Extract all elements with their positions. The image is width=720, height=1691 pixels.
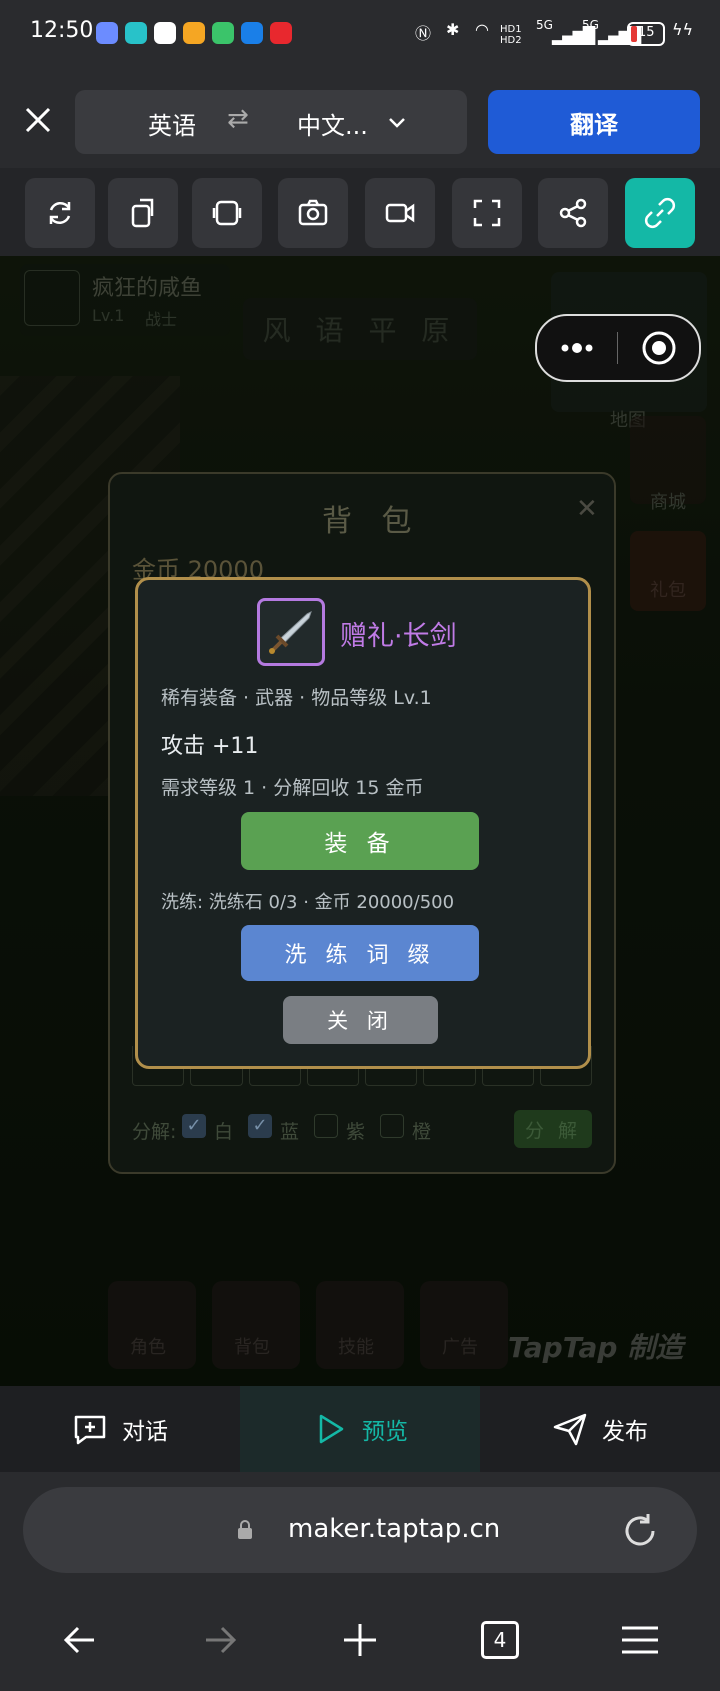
tab-count: 4 — [481, 1621, 519, 1659]
filter-checkbox[interactable]: ✓ — [248, 1114, 272, 1138]
filter-checkbox[interactable] — [380, 1114, 404, 1138]
app-icon — [154, 22, 176, 44]
bluetooth-icon: ✱ — [446, 20, 460, 39]
mini-program-capsule — [535, 314, 701, 382]
item-meta: 稀有装备 · 武器 · 物品等级 Lv.1 — [161, 687, 432, 709]
video-icon — [385, 203, 415, 223]
divider — [617, 332, 618, 364]
plus-icon — [344, 1624, 376, 1656]
play-icon — [319, 1414, 344, 1444]
filter-label: 橙 — [412, 1121, 432, 1143]
lock-icon — [238, 1520, 252, 1539]
reroll-info: 洗练: 洗练石 0/3 · 金币 20000/500 — [161, 892, 455, 913]
arrow-left-icon — [63, 1626, 94, 1654]
language-selector[interactable]: 英语 ⇄ 中文... — [75, 90, 467, 154]
app-icon — [183, 22, 205, 44]
more-dots-icon — [561, 343, 593, 353]
item-name: 赠礼·长剑 — [340, 621, 457, 652]
status-bar: 12:50 Ⓝ ✱ ◠ HD1 HD2 5G ▂▄▆█ 5G ▂▄▆█ 15 ϟ… — [0, 0, 720, 70]
target-language[interactable]: 中文... — [297, 106, 368, 141]
filter-checkbox[interactable] — [314, 1114, 338, 1138]
tab-preview[interactable]: 预览 — [240, 1386, 480, 1472]
share-button[interactable] — [538, 178, 608, 248]
exit-button[interactable] — [619, 316, 699, 380]
tab-label: 对话 — [122, 1419, 168, 1445]
decompose-label: 分解: — [132, 1121, 177, 1143]
item-requirement: 需求等级 1 · 分解回收 15 金币 — [161, 777, 424, 799]
url-text[interactable]: maker.taptap.cn — [288, 1514, 500, 1544]
more-button[interactable] — [537, 316, 617, 380]
sword-icon — [269, 611, 312, 654]
nfc-icon: Ⓝ — [415, 24, 432, 43]
decompose-button[interactable]: 分 解 — [514, 1110, 592, 1148]
backpack-title: 背 包 — [322, 504, 422, 539]
forward-button[interactable] — [185, 1610, 255, 1670]
tab-chat[interactable]: 对话 — [0, 1386, 240, 1472]
wifi-icon: ◠ — [475, 20, 489, 39]
equip-button[interactable]: 装 备 — [241, 812, 479, 870]
screenshot-button[interactable] — [278, 178, 348, 248]
arrow-right-icon — [206, 1626, 237, 1654]
clock: 12:50 — [30, 18, 94, 43]
fullscreen-button[interactable] — [452, 178, 522, 248]
backpack-close-icon[interactable]: ✕ — [576, 494, 598, 524]
signal-label: 5G — [582, 18, 599, 32]
record-button[interactable] — [365, 178, 435, 248]
translate-button[interactable]: 翻译 — [488, 90, 700, 154]
chevron-down-icon — [389, 118, 405, 128]
menu-button[interactable] — [605, 1610, 675, 1670]
tab-publish[interactable]: 发布 — [480, 1386, 720, 1472]
reload-icon[interactable] — [620, 1511, 660, 1551]
signal-label: 5G — [536, 18, 553, 32]
camera-icon — [298, 199, 328, 226]
send-icon — [553, 1413, 587, 1446]
alipay-icon — [241, 22, 263, 44]
item-stat: 攻击 +11 — [161, 734, 259, 759]
back-button[interactable] — [45, 1610, 115, 1670]
chat-plus-icon — [74, 1415, 106, 1445]
filter-label: 紫 — [346, 1121, 366, 1143]
rotate-button[interactable] — [108, 178, 178, 248]
filter-label: 蓝 — [280, 1121, 300, 1143]
message-app-icon — [212, 22, 234, 44]
hamburger-icon — [622, 1626, 658, 1654]
reroll-button[interactable]: 洗 练 词 缀 — [241, 925, 479, 981]
link-icon — [644, 197, 676, 229]
fullscreen-icon — [473, 199, 501, 227]
battery-level: 15 — [638, 25, 655, 40]
close-button[interactable]: 关 闭 — [283, 996, 438, 1044]
charging-icon: ϟϟ — [672, 20, 694, 39]
app-icon — [270, 22, 292, 44]
filter-checkbox[interactable]: ✓ — [182, 1114, 206, 1138]
refresh-icon — [49, 201, 71, 225]
close-icon[interactable] — [22, 104, 54, 136]
share-icon — [559, 198, 587, 228]
app-icon — [125, 22, 147, 44]
tab-label: 预览 — [362, 1419, 408, 1445]
item-icon-frame — [257, 598, 325, 666]
battery-icon: 15 — [627, 22, 665, 46]
device-frame-button[interactable] — [192, 178, 262, 248]
device-frame-icon — [212, 200, 242, 226]
target-icon — [642, 331, 676, 365]
tab-label: 发布 — [602, 1419, 648, 1445]
refresh-button[interactable] — [25, 178, 95, 248]
link-button[interactable] — [625, 178, 695, 248]
swap-icon[interactable]: ⇄ — [227, 104, 249, 134]
new-tab-button[interactable] — [325, 1610, 395, 1670]
rotate-screen-icon — [131, 198, 154, 228]
shield-app-icon — [96, 22, 118, 44]
address-bar[interactable]: maker.taptap.cn — [23, 1487, 697, 1573]
hd-badge: HD1 HD2 — [500, 24, 522, 46]
filter-label: 白 — [214, 1121, 234, 1143]
source-language[interactable]: 英语 — [148, 106, 196, 141]
tabs-button[interactable]: 4 — [465, 1610, 535, 1670]
